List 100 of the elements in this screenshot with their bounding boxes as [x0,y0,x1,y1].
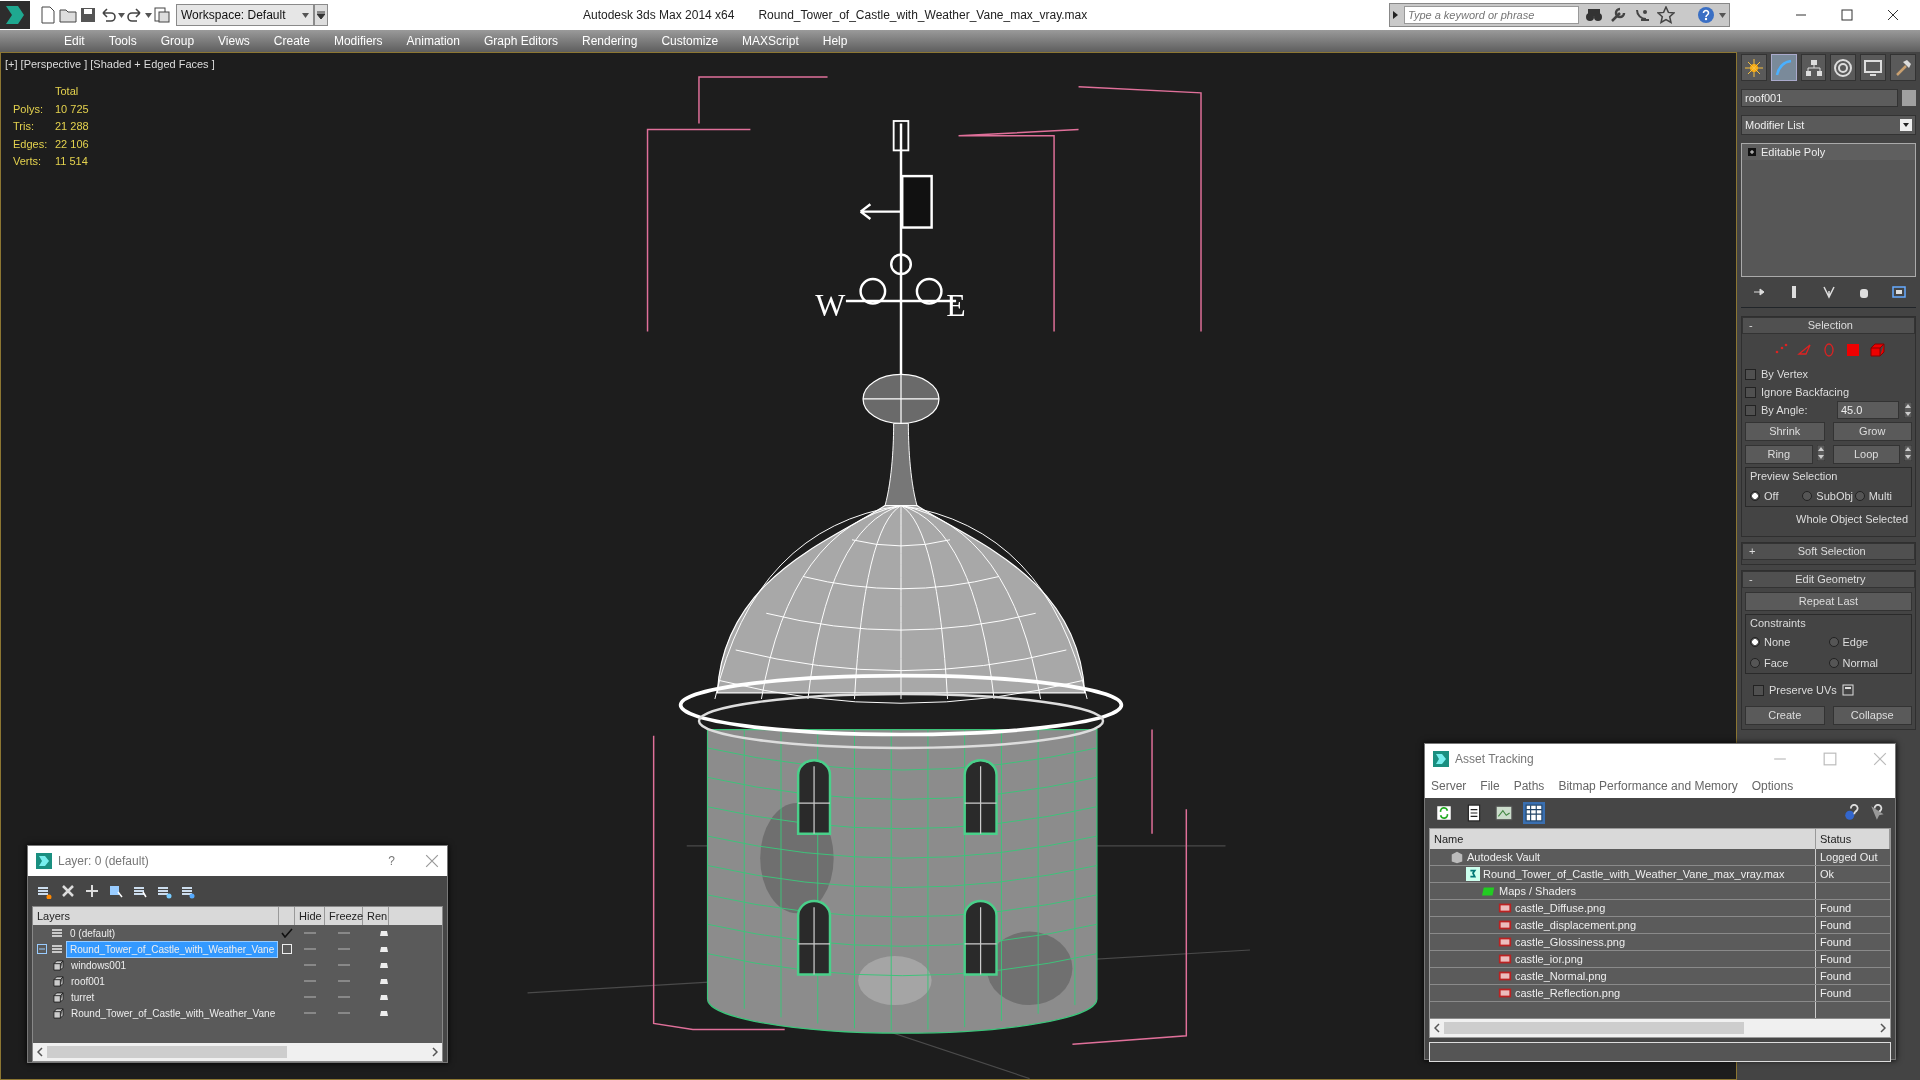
spinner-icon[interactable] [1904,445,1912,461]
new-file-icon[interactable] [38,5,58,25]
cube-icon[interactable] [1868,342,1885,358]
panel-tab[interactable] [1741,54,1767,81]
asset-name[interactable]: Round_Tower_of_Castle_with_Weather_Vane_max_vray.max [1483,865,1785,883]
menu-item[interactable]: Tools [96,30,149,52]
select-objects-icon[interactable] [108,883,124,899]
asset-name[interactable]: castle_Glossiness.png [1515,933,1626,951]
delete-icon[interactable] [60,883,76,899]
menu-item[interactable]: Graph Editors [471,30,570,52]
layer-name[interactable]: roof001 [68,973,108,989]
menu-item[interactable]: Create [261,30,322,52]
rollout-header[interactable]: - Edit Geometry [1742,570,1915,588]
radio-button[interactable] [1828,637,1839,648]
rollout-header[interactable]: + Soft Selection [1742,542,1915,560]
fork-icon[interactable] [1821,285,1836,299]
asset-name[interactable]: castle_Diffuse.png [1515,899,1606,917]
radio-button[interactable] [1854,490,1865,501]
panel-tab[interactable] [1830,54,1857,81]
panel-button[interactable]: Repeat Last [1745,591,1912,611]
menu-item[interactable]: MAXScript [730,30,811,52]
checkbox[interactable] [1753,684,1764,696]
checkbox-icon[interactable] [282,944,292,954]
scrollbar-thumb[interactable] [1444,1022,1744,1034]
menu-item[interactable]: File [1480,777,1500,795]
scrollbar-thumb[interactable] [47,1046,287,1058]
toolbar-button[interactable] [1523,802,1545,824]
project-folder-icon[interactable] [152,5,172,25]
spinner-icon[interactable] [1816,445,1825,461]
panel-tab[interactable] [1890,54,1916,81]
triangle-icon[interactable] [1393,11,1398,19]
modifier-list-dropdown[interactable]: Modifier List [1741,115,1916,135]
radio-button[interactable] [1750,657,1760,668]
radio-button[interactable] [1828,657,1839,668]
menu-item[interactable]: Paths [1513,777,1545,795]
panel-tab[interactable] [1800,54,1827,81]
help-icon[interactable] [1697,6,1715,24]
configure-icon[interactable] [1891,285,1906,299]
menu-item[interactable]: Views [206,30,262,52]
layer-name[interactable]: turret [68,989,98,1005]
help-button[interactable]: ? [388,852,395,870]
scroll-right-icon[interactable] [432,1047,438,1057]
rollout-header[interactable]: - Selection [1742,317,1915,334]
menu-item[interactable]: Options [1751,777,1794,795]
menu-item[interactable]: Group [148,30,207,52]
radio-button[interactable] [1750,637,1760,648]
menu-item[interactable]: Help [810,30,860,52]
settings-icon[interactable] [1841,684,1854,696]
dropdown-button[interactable] [314,4,328,26]
panel-tab[interactable] [1860,54,1887,81]
menu-item[interactable]: Rendering [570,30,650,52]
wrench-icon[interactable] [1609,6,1627,24]
menu-item[interactable]: Bitmap Performance and Memory [1558,777,1738,795]
menu-item[interactable]: Modifiers [321,30,395,52]
panel-button[interactable]: Collapse [1832,706,1912,725]
search-field[interactable]: Type a keyword or phrase [1404,6,1579,24]
asset-name[interactable]: castle_Normal.png [1515,967,1607,985]
radio-button[interactable] [1802,490,1813,501]
scroll-right-icon[interactable] [1880,1023,1886,1033]
app-logo-icon[interactable] [0,1,30,29]
panel-button[interactable]: Grow [1832,422,1912,441]
caret-icon[interactable] [118,12,125,18]
panel-button[interactable]: Loop [1832,445,1900,464]
angle-field[interactable]: 45.0 [1837,401,1899,419]
close-icon[interactable] [425,854,439,868]
object-name-field[interactable]: roof001 [1741,89,1898,107]
viewport-label[interactable]: [+] [Perspective ] [Shaded + Edged Faces ] [5,56,215,73]
collapse-icon[interactable] [37,944,47,954]
radio-button[interactable] [1750,490,1760,501]
layer-name[interactable]: Round_Tower_of_Castle_with_Weather_Vane [68,1005,279,1021]
asset-name[interactable]: Autodesk Vault [1467,848,1541,866]
panel-button[interactable]: Shrink [1745,422,1825,441]
scroll-left-icon[interactable] [1434,1023,1440,1033]
asset-name[interactable]: Maps / Shaders [1499,882,1577,900]
asset-name[interactable]: castle_Reflection.png [1515,984,1621,1002]
help-icon[interactable] [1843,804,1861,822]
checkbox[interactable] [1745,404,1756,416]
menu-item[interactable]: Animation [394,30,472,52]
binoculars-icon[interactable] [1585,6,1603,24]
save-icon[interactable] [78,5,98,25]
color-swatch[interactable] [1902,90,1916,106]
checkbox[interactable] [1745,386,1756,398]
spinner-icon[interactable] [1904,402,1912,418]
add-icon[interactable] [84,883,100,899]
scroll-left-icon[interactable] [37,1047,43,1057]
workspace-dropdown[interactable]: Workspace: Default [176,4,314,26]
layer-name[interactable]: 0 (default) [67,925,119,941]
caret-icon[interactable] [1719,12,1726,18]
caret-icon[interactable] [145,12,152,18]
stack-item[interactable]: Editable Poly [1742,144,1915,160]
checkbox[interactable] [1745,368,1756,380]
asset-name[interactable]: castle_ior.png [1515,950,1583,968]
layer-name[interactable]: windows001 [68,957,130,973]
star-icon[interactable] [1657,6,1675,24]
panel-tab[interactable] [1770,54,1797,81]
check-icon[interactable] [281,928,293,938]
menu-item[interactable]: Customize [649,30,731,52]
asset-name[interactable]: castle_displacement.png [1515,916,1637,934]
panel-button[interactable]: Create [1745,706,1825,725]
pin-icon[interactable] [1751,285,1766,299]
